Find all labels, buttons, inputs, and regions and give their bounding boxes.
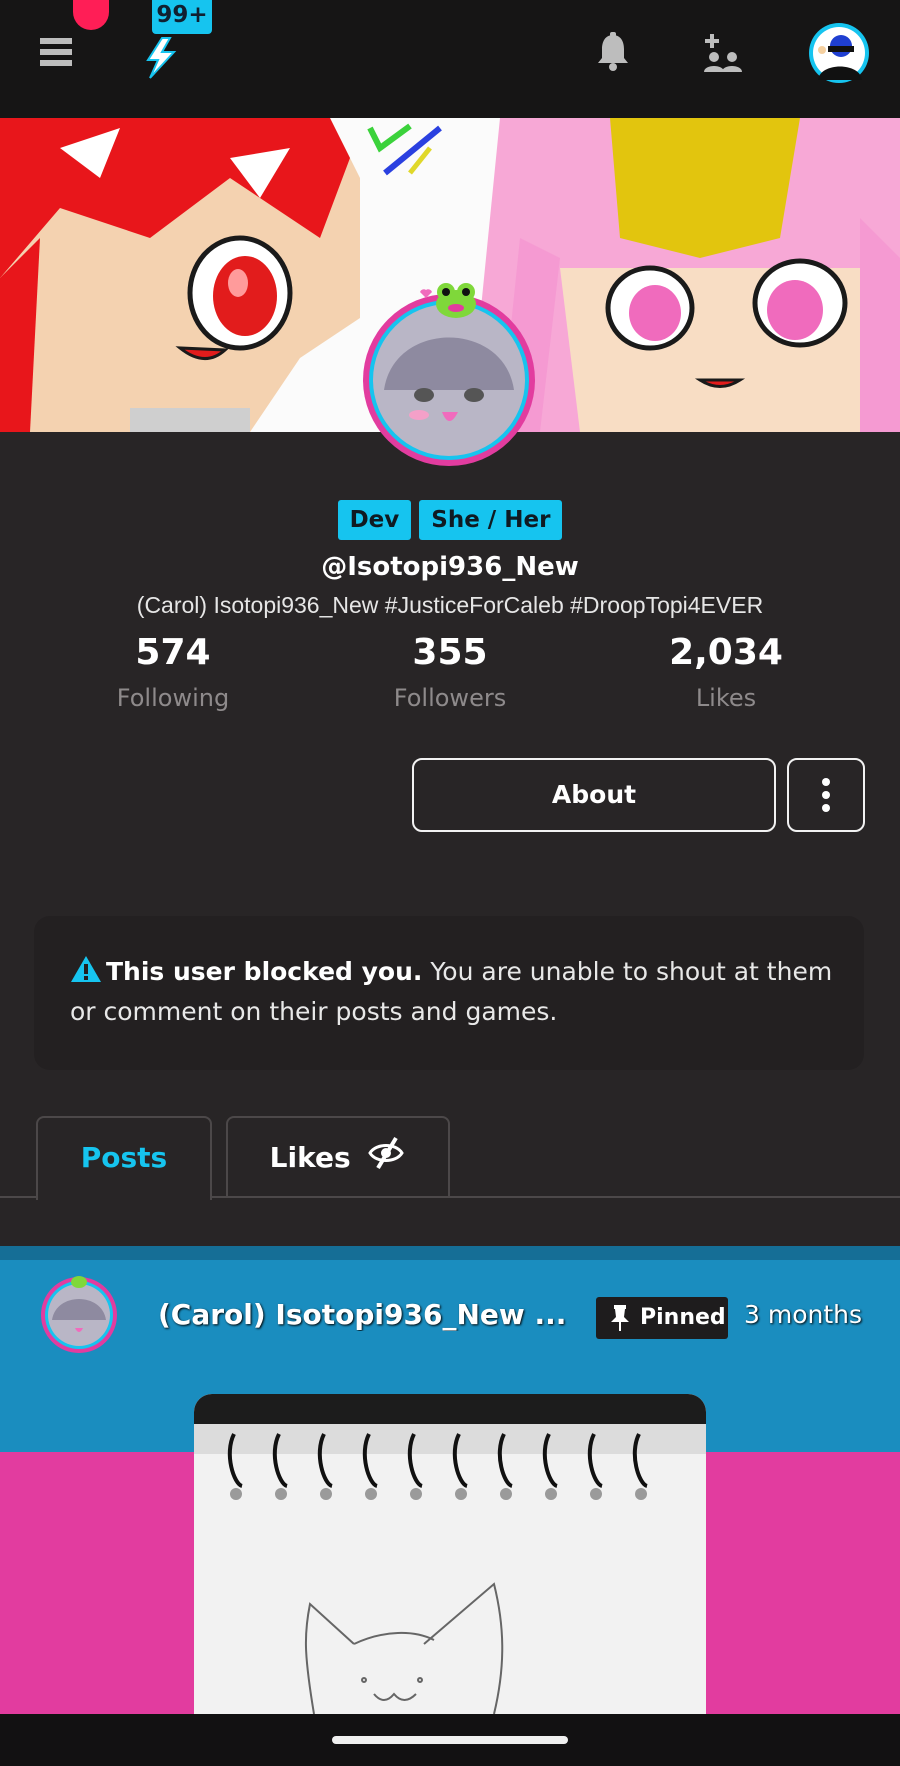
blocked-notice: This user blocked you. You are unable to… [34, 916, 864, 1070]
hidden-eye-icon [368, 1136, 405, 1170]
more-options-button[interactable] [787, 758, 865, 832]
post-author-avatar[interactable] [38, 1272, 120, 1354]
tag-pronouns: She / Her [419, 500, 563, 540]
user-avatar-icon[interactable] [808, 22, 870, 84]
profile-tags: Dev She / Her [0, 500, 900, 540]
recording-indicator [73, 0, 109, 30]
stat-followers[interactable]: 355 Followers [300, 630, 600, 720]
post-author-name[interactable]: (Carol) Isotopi936_New ... [158, 1298, 568, 1331]
post-image[interactable] [194, 1394, 706, 1714]
tab-posts-label: Posts [80, 1141, 168, 1174]
top-bar: 99+ [0, 0, 900, 118]
pinned-badge: Pinned [596, 1297, 728, 1339]
blocked-notice-text: This user blocked you. You are unable to… [70, 952, 840, 1032]
blocked-notice-title: This user blocked you. [106, 957, 423, 986]
tag-dev: Dev [337, 500, 412, 540]
tab-likes-label: Likes [269, 1141, 351, 1174]
pin-icon [611, 1305, 629, 1331]
add-friend-icon[interactable] [702, 32, 742, 72]
tab-posts[interactable]: Posts [36, 1116, 212, 1200]
stat-likes-value: 2,034 [669, 632, 783, 673]
stat-likes[interactable]: 2,034 Likes [576, 630, 876, 720]
stat-followers-value: 355 [412, 632, 488, 673]
stat-following-label: Following [116, 684, 230, 712]
more-vertical-icon [822, 778, 830, 812]
lightning-icon[interactable] [140, 36, 182, 80]
stat-followers-label: Followers [393, 684, 507, 712]
profile-handle: @Isotopi936_New [321, 552, 579, 582]
stat-following[interactable]: 574 Following [23, 630, 323, 720]
stat-likes-label: Likes [695, 684, 757, 712]
warning-icon [71, 956, 101, 982]
sketch-image-icon [194, 1394, 706, 1714]
notification-count-badge[interactable]: 99+ [152, 0, 212, 34]
about-button[interactable]: About [412, 758, 776, 832]
bell-icon[interactable] [596, 32, 630, 72]
tab-likes[interactable]: Likes [226, 1116, 450, 1198]
post-time: 3 months [744, 1300, 863, 1329]
profile-avatar[interactable] [354, 280, 544, 470]
pinned-label: Pinned [640, 1305, 726, 1330]
stat-following-value: 574 [135, 632, 211, 673]
menu-icon[interactable] [38, 34, 74, 70]
profile-bio: (Carol) Isotopi936_New #JusticeForCaleb … [136, 592, 764, 618]
home-indicator[interactable] [332, 1736, 568, 1744]
